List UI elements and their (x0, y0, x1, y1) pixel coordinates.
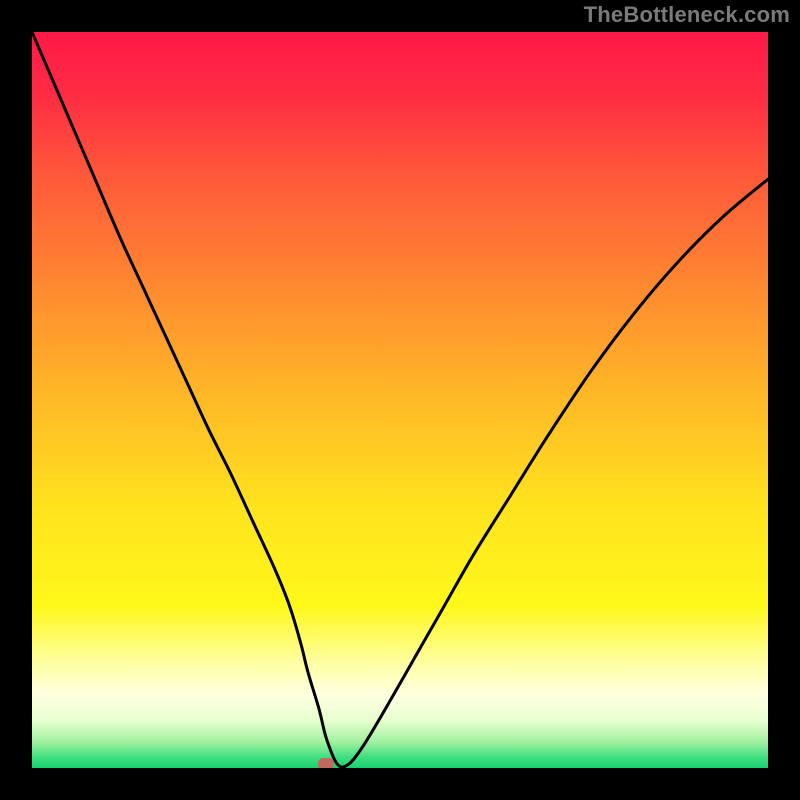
optimum-marker (318, 758, 334, 768)
watermark-text: TheBottleneck.com (584, 2, 790, 28)
plot-area (32, 32, 768, 768)
chart-svg (32, 32, 768, 768)
gradient-rect (32, 32, 768, 768)
chart-frame: TheBottleneck.com (0, 0, 800, 800)
